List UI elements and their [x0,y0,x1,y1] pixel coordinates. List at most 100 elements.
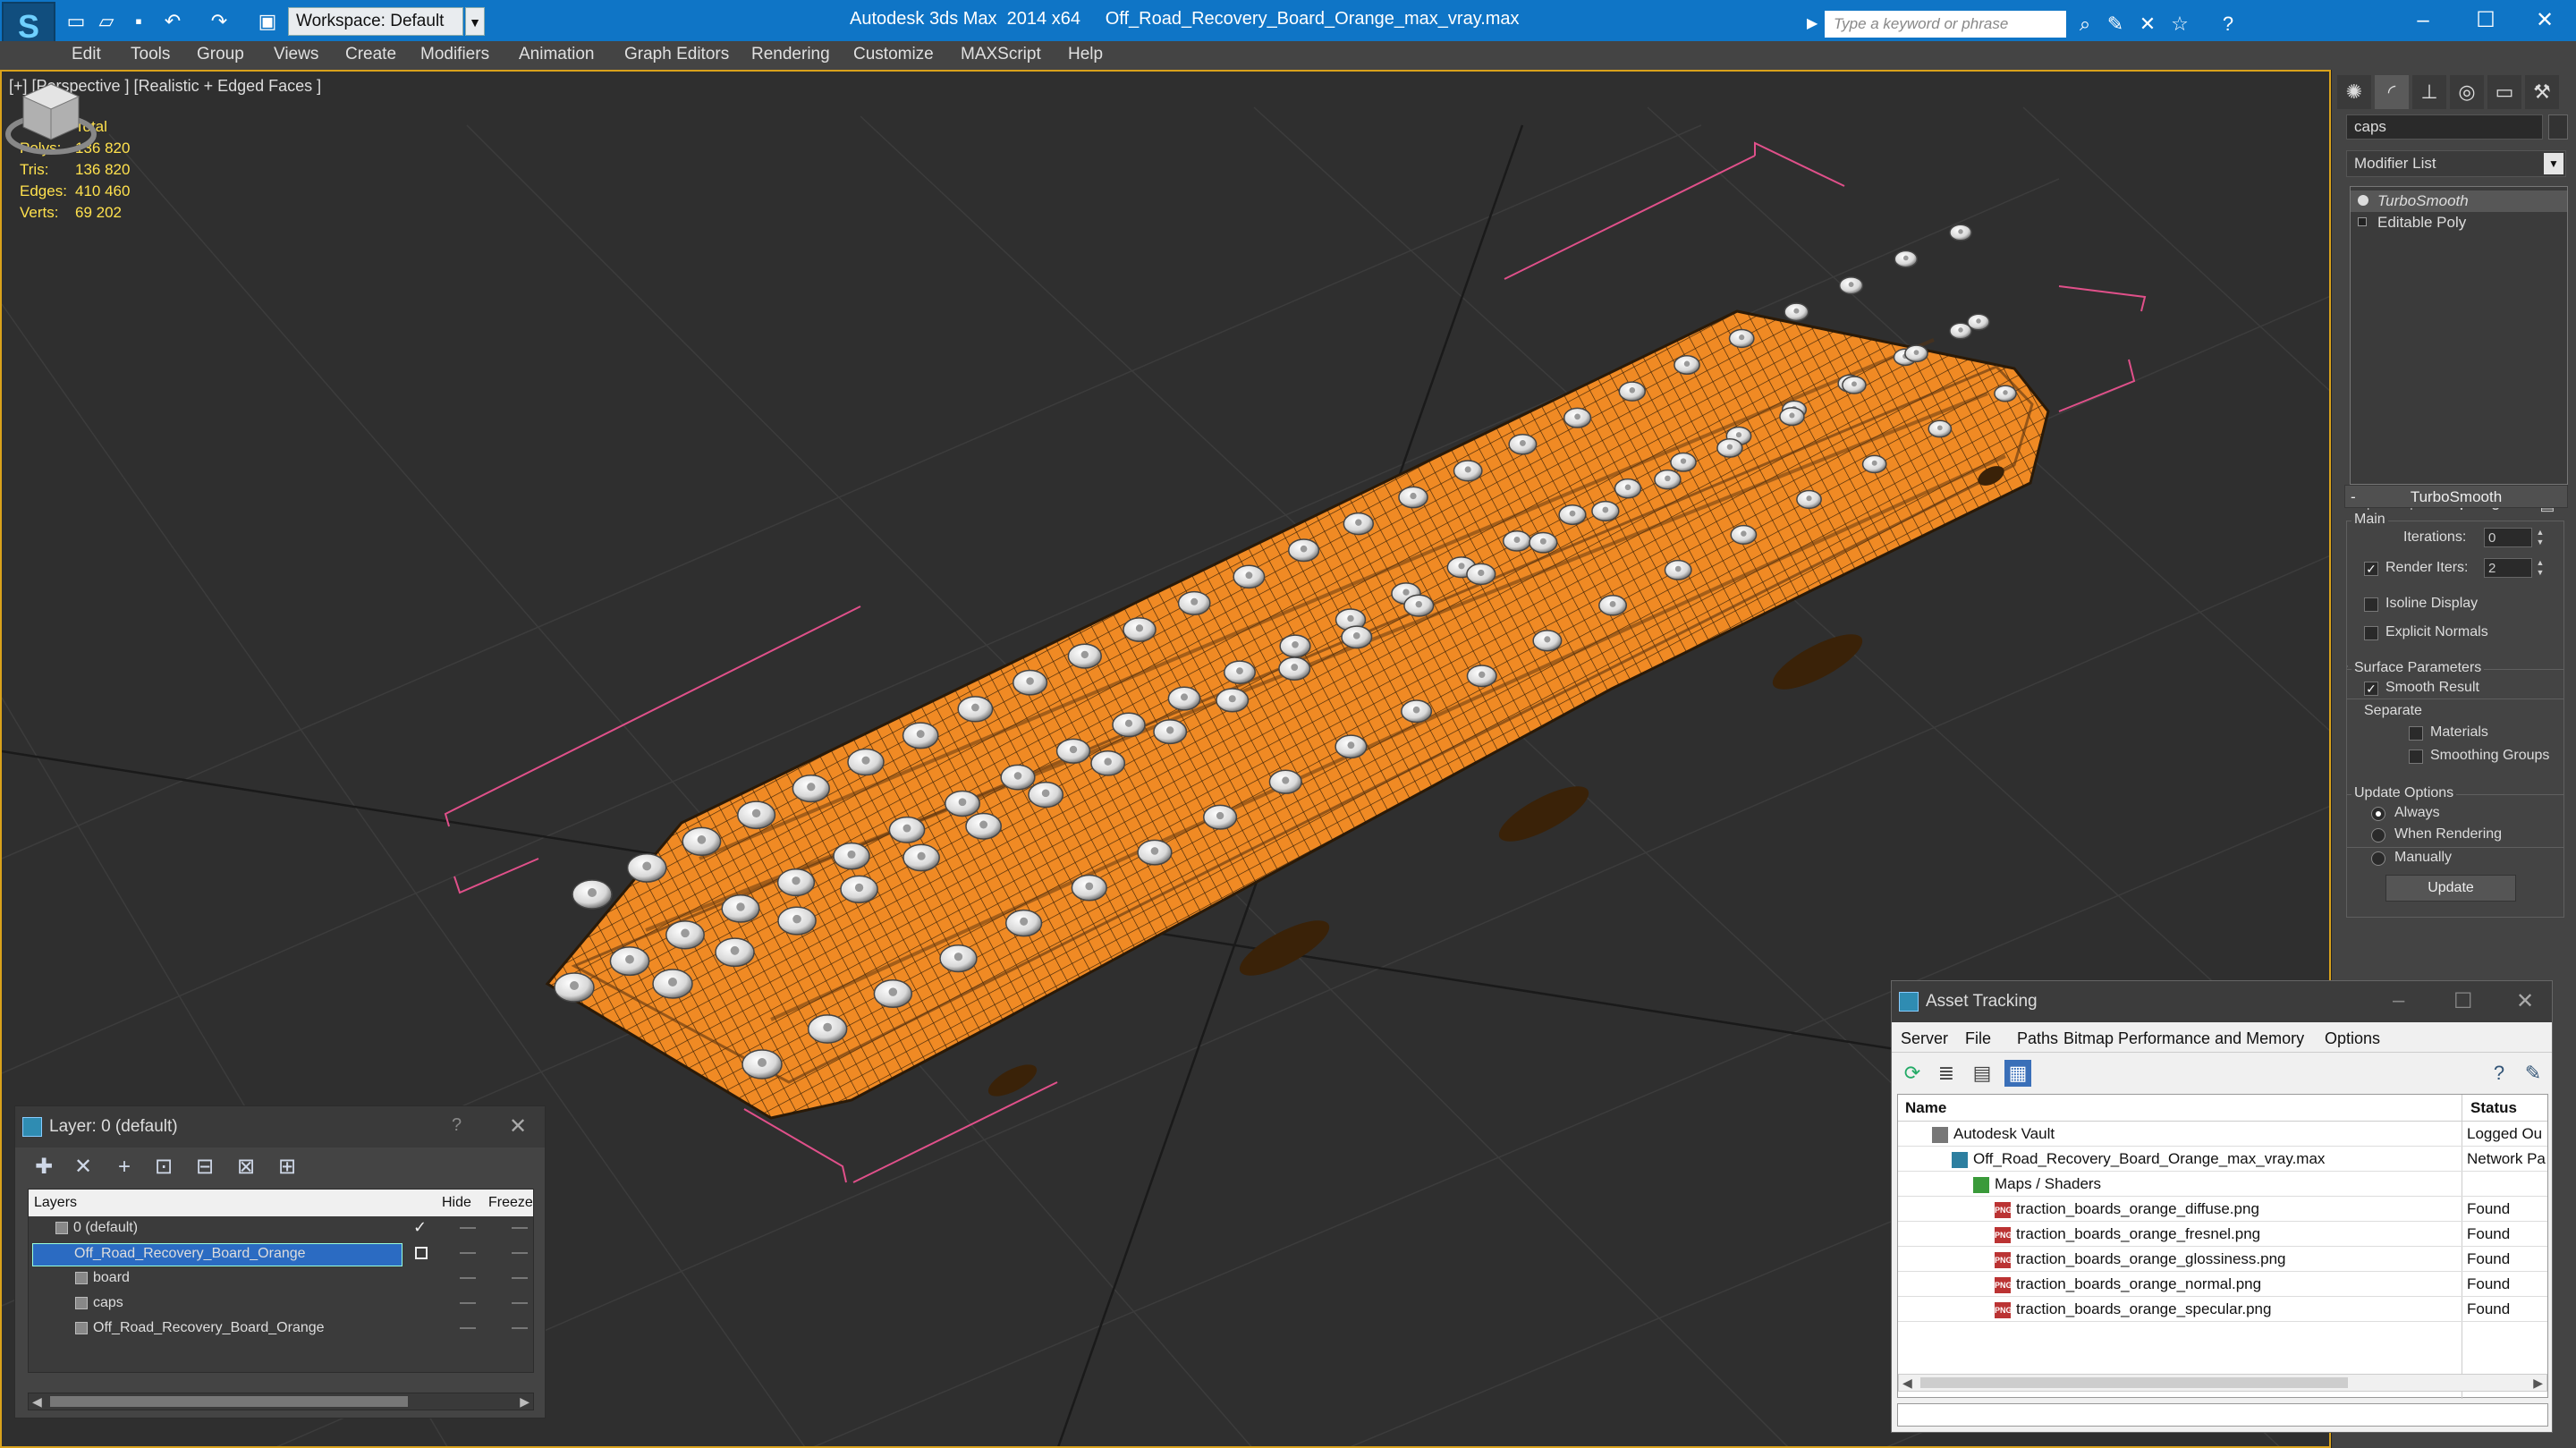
asset-row[interactable]: PNG traction_boards_orange_diffuse.png F… [1898,1197,2547,1222]
minimize-icon[interactable]: – [2393,988,2404,1013]
asset-row[interactable]: Autodesk Vault Logged Ou [1898,1122,2547,1147]
modify-tab-icon[interactable]: ◜ [2375,75,2409,109]
scroll-left-icon[interactable]: ◀ [1902,1375,1912,1391]
make-current-box-icon[interactable] [415,1247,428,1259]
current-layer-check-icon[interactable]: ✓ [413,1218,427,1237]
manually-radio[interactable] [2371,851,2385,866]
layer-row[interactable]: caps [29,1291,533,1317]
refresh-icon[interactable]: ⟳ [1899,1060,1926,1087]
new-layer-icon[interactable]: ✚ [30,1153,58,1181]
highlight-icon[interactable]: ✎ [2520,1060,2546,1087]
menu-views[interactable]: Views [274,45,318,64]
asset-dialog-titlebar[interactable]: Asset Tracking – ☐ ✕ [1892,981,2552,1022]
spinner-arrows-icon[interactable]: ▲ ▼ [2534,558,2546,578]
maximize-icon[interactable]: ☐ [2453,988,2473,1014]
expand-box-icon[interactable] [2358,217,2367,226]
layer-row[interactable]: 0 (default) ✓ [29,1216,533,1241]
asset-row[interactable]: PNG traction_boards_orange_normal.png Fo… [1898,1272,2547,1297]
asset-menu-server[interactable]: Server [1901,1029,1948,1048]
always-radio[interactable] [2371,807,2385,821]
list-view-icon[interactable]: ≣ [1933,1060,1960,1087]
stack-item-editable-poly[interactable]: Editable Poly [2351,212,2567,233]
menu-customize[interactable]: Customize [853,45,934,64]
asset-menu-options[interactable]: Options [2325,1029,2380,1048]
asset-row[interactable]: PNG traction_boards_orange_glossiness.pn… [1898,1247,2547,1272]
redo-icon[interactable]: ↷ [206,9,233,34]
asset-menu-file[interactable]: File [1965,1029,1991,1048]
layer-horizontal-scrollbar[interactable]: ◀ ▶ [28,1393,534,1410]
hide-toggle[interactable] [460,1227,476,1229]
column-header-layers[interactable]: Layers [34,1195,77,1211]
asset-row[interactable]: Off_Road_Recovery_Board_Orange_max_vray.… [1898,1147,2547,1172]
table-view-icon[interactable]: ▤ [1969,1060,1996,1087]
asset-menu-paths[interactable]: Paths [2017,1029,2058,1048]
help-icon[interactable]: ? [2486,1060,2512,1087]
layer-row[interactable]: Off_Road_Recovery_Board_Orange [29,1241,533,1266]
grid-view-icon[interactable]: ▦ [2004,1060,2031,1087]
chevron-down-icon[interactable]: ▼ [465,7,485,36]
delete-layer-icon[interactable]: ✕ [69,1153,97,1181]
materials-checkbox[interactable] [2409,726,2423,741]
spinner-arrows-icon[interactable]: ▲ ▼ [2534,528,2546,547]
motion-tab-icon[interactable]: ◎ [2450,75,2484,109]
scroll-left-icon[interactable]: ◀ [32,1393,42,1410]
scrollbar-thumb[interactable] [1920,1377,2348,1388]
freeze-toggle[interactable] [512,1327,528,1329]
save-icon[interactable]: ▪ [125,9,152,34]
favorites-star-icon[interactable]: ☆ [2166,11,2193,38]
freeze-all-layers-icon[interactable]: ⊞ [273,1153,301,1181]
menu-help[interactable]: Help [1068,45,1103,64]
column-header-freeze[interactable]: Freeze [488,1195,533,1211]
hide-toggle[interactable] [460,1252,476,1254]
create-tab-icon[interactable]: ✺ [2337,75,2371,109]
asset-row[interactable]: Maps / Shaders [1898,1172,2547,1197]
close-icon[interactable]: ✕ [2516,988,2534,1014]
render-iters-checkbox[interactable]: ✓ [2364,562,2378,576]
close-icon[interactable]: ✕ [2513,4,2576,38]
highlight-layer-icon[interactable]: ⊟ [191,1153,219,1181]
light-bulb-icon[interactable] [2358,195,2368,206]
smoothing-groups-checkbox[interactable] [2409,749,2423,764]
layer-dialog-titlebar[interactable]: Layer: 0 (default) ? ✕ [15,1106,545,1147]
viewcube-icon[interactable] [2,72,100,161]
column-header-hide[interactable]: Hide [442,1195,471,1211]
render-iters-spinner[interactable]: 2 [2484,558,2532,578]
modifier-list-dropdown[interactable]: Modifier List ▼ [2346,150,2566,177]
menu-create[interactable]: Create [345,45,396,64]
menu-tools[interactable]: Tools [131,45,170,64]
asset-row[interactable]: PNG traction_boards_orange_fresnel.png F… [1898,1222,2547,1247]
menu-modifiers[interactable]: Modifiers [420,45,489,64]
object-name-field[interactable]: caps [2346,114,2543,140]
asset-row[interactable]: PNG traction_boards_orange_specular.png … [1898,1297,2547,1322]
help-icon[interactable]: ? [2215,11,2241,38]
open-file-icon[interactable]: ▱ [93,9,120,34]
hide-toggle[interactable] [460,1277,476,1279]
scroll-right-icon[interactable]: ▶ [520,1393,530,1410]
update-button[interactable]: Update [2385,875,2516,902]
object-color-swatch[interactable] [2548,114,2568,140]
column-header-name[interactable]: Name [1905,1099,1946,1117]
chevron-down-icon[interactable]: ▼ [2544,153,2563,174]
undo-icon[interactable]: ↶ [159,9,186,34]
scrollbar-thumb[interactable] [50,1396,408,1407]
freeze-toggle[interactable] [512,1302,528,1304]
menu-group[interactable]: Group [197,45,244,64]
menu-maxscript[interactable]: MAXScript [961,45,1041,64]
subscription-icon[interactable]: ✎ [2102,11,2129,38]
when-rendering-radio[interactable] [2371,828,2385,843]
select-objects-icon[interactable]: ⊡ [149,1153,178,1181]
project-folder-icon[interactable]: ▣ [254,9,281,34]
hide-toggle[interactable] [460,1302,476,1304]
explicit-normals-checkbox[interactable] [2364,626,2378,640]
asset-menu-bitmap-performance[interactable]: Bitmap Performance and Memory [2063,1029,2304,1048]
menu-graph-editors[interactable]: Graph Editors [624,45,729,64]
hide-all-layers-icon[interactable]: ⊠ [232,1153,260,1181]
close-icon[interactable]: ✕ [509,1114,527,1139]
layer-row[interactable]: Off_Road_Recovery_Board_Orange [29,1317,533,1342]
smooth-result-checkbox[interactable]: ✓ [2364,682,2378,696]
maximize-icon[interactable]: ☐ [2454,4,2517,38]
utilities-tab-icon[interactable]: ⚒ [2525,75,2559,109]
freeze-toggle[interactable] [512,1227,528,1229]
hierarchy-tab-icon[interactable]: ⊥ [2412,75,2446,109]
workspace-dropdown[interactable]: Workspace: Default [288,7,463,36]
